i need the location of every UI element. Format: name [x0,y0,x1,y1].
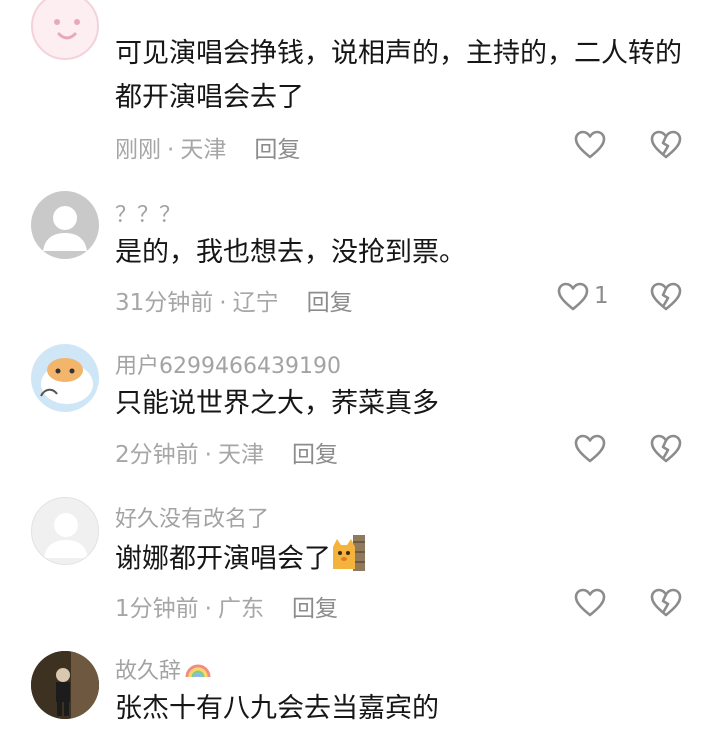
comment-item: 用户6299466439190 只能说世界之大，荞菜真多 2分钟前 · 天津 回复 [0,338,719,488]
comment-username[interactable]: ？？？ [115,197,181,229]
meta-separator: · [167,137,175,163]
comment-meta: 31分钟前 · 辽宁 回复 [115,283,353,317]
heart-icon[interactable] [573,586,607,620]
heart-icon[interactable] [573,128,607,162]
comment-item: 故久辞 张杰十有八九会去当嘉宾的 [0,645,719,740]
comment-text: 张杰十有八九会去当嘉宾的 [115,693,439,724]
reply-button[interactable]: 回复 [292,596,338,622]
comment-time: 刚刚 [115,137,161,163]
meta-separator: · [204,442,212,468]
avatar[interactable] [31,191,99,259]
comment-text: 谢娜都开演唱会了 [115,535,700,585]
comment-username[interactable]: 用户6299466439190 [115,348,341,380]
comment-text: 是的，我也想去，没抢到票。 [115,237,466,268]
avatar[interactable] [31,344,99,412]
default-user-avatar-icon [44,513,88,558]
cat-peeking-emoji-icon [331,535,365,585]
comment-text: 可见演唱会挣钱，说相声的，主持的，二人转的都开演唱会去了 [115,38,682,113]
comment-location: 辽宁 [232,290,279,316]
comment-location: 广东 [217,596,264,622]
broken-heart-icon[interactable] [649,128,683,162]
photo-avatar-icon [31,651,99,719]
rainbow-emoji-icon [185,659,211,685]
avatar[interactable] [31,651,99,719]
meta-separator: · [219,290,227,316]
broken-heart-icon[interactable] [649,280,683,314]
comment-username-text: 故久辞 [115,659,182,684]
comment-text: 只能说世界之大，荞菜真多 [115,388,439,419]
avatar[interactable] [31,497,99,565]
comment-location: 天津 [217,442,264,468]
comment-item: 可见演唱会挣钱，说相声的，主持的，二人转的都开演唱会去了 刚刚 · 天津 回复 [0,0,719,175]
broken-heart-icon[interactable] [649,586,683,620]
broken-heart-icon[interactable] [649,432,683,466]
heart-icon[interactable] [556,280,590,314]
reply-button[interactable]: 回复 [307,290,353,316]
comment-meta: 1分钟前 · 广东 回复 [115,589,338,623]
smiley-face-avatar-icon [54,19,80,40]
reply-button[interactable]: 回复 [254,137,300,163]
comment-meta: 2分钟前 · 天津 回复 [115,435,338,469]
like-count: 1 [594,283,609,309]
cartoon-cat-avatar-icon [40,358,93,404]
comment-username[interactable]: 故久辞 [115,653,211,685]
comment-time: 2分钟前 [115,442,199,468]
reply-button[interactable]: 回复 [292,442,338,468]
comment-item: 好久没有改名了 谢娜都开演唱会了 1分钟前 · 广东 回复 [0,491,719,641]
default-user-avatar-icon [43,206,87,251]
comment-item: ？？？ 是的，我也想去，没抢到票。 31分钟前 · 辽宁 回复 1 [0,185,719,335]
comment-text-content: 谢娜都开演唱会了 [115,543,331,575]
heart-icon[interactable] [573,432,607,466]
comment-time: 1分钟前 [115,596,199,622]
comment-time: 31分钟前 [115,290,214,316]
meta-separator: · [204,596,212,622]
comment-username[interactable]: 好久没有改名了 [115,501,269,533]
avatar[interactable] [31,0,99,60]
comment-location: 天津 [180,137,227,163]
comment-meta: 刚刚 · 天津 回复 [115,130,300,164]
